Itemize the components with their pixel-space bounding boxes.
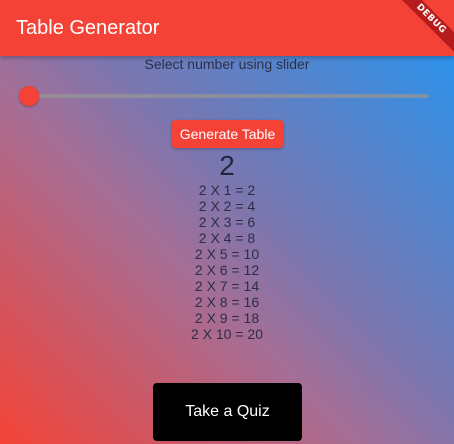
table-row: 2 X 4 = 8 <box>198 230 256 246</box>
app-screen: Table Generator DEBUG Select number usin… <box>0 0 454 444</box>
table-row: 2 X 1 = 2 <box>198 182 256 198</box>
table-row: 2 X 9 = 18 <box>194 310 260 326</box>
slider-track[interactable] <box>29 94 429 98</box>
table-row: 2 X 8 = 16 <box>194 294 260 310</box>
slider-label: Select number using slider <box>144 56 310 72</box>
multiplication-table: 2 X 1 = 2 2 X 2 = 4 2 X 3 = 6 2 X 4 = 8 … <box>0 182 454 342</box>
app-title: Table Generator <box>16 17 160 39</box>
table-row: 2 X 7 = 14 <box>194 278 260 294</box>
table-row: 2 X 5 = 10 <box>194 246 260 262</box>
table-row: 2 X 10 = 20 <box>190 326 263 342</box>
table-row: 2 X 3 = 6 <box>198 214 256 230</box>
table-row: 2 X 6 = 12 <box>194 262 260 278</box>
generate-table-button[interactable]: Generate Table <box>172 120 283 148</box>
slider-thumb[interactable] <box>19 86 39 106</box>
app-bar: Table Generator <box>0 0 454 56</box>
table-row: 2 X 2 = 4 <box>198 198 256 214</box>
debug-banner: DEBUG <box>394 0 454 60</box>
debug-banner-label: DEBUG <box>394 0 454 56</box>
selected-number: 2 <box>219 150 235 181</box>
take-quiz-button[interactable]: Take a Quiz <box>153 383 302 441</box>
